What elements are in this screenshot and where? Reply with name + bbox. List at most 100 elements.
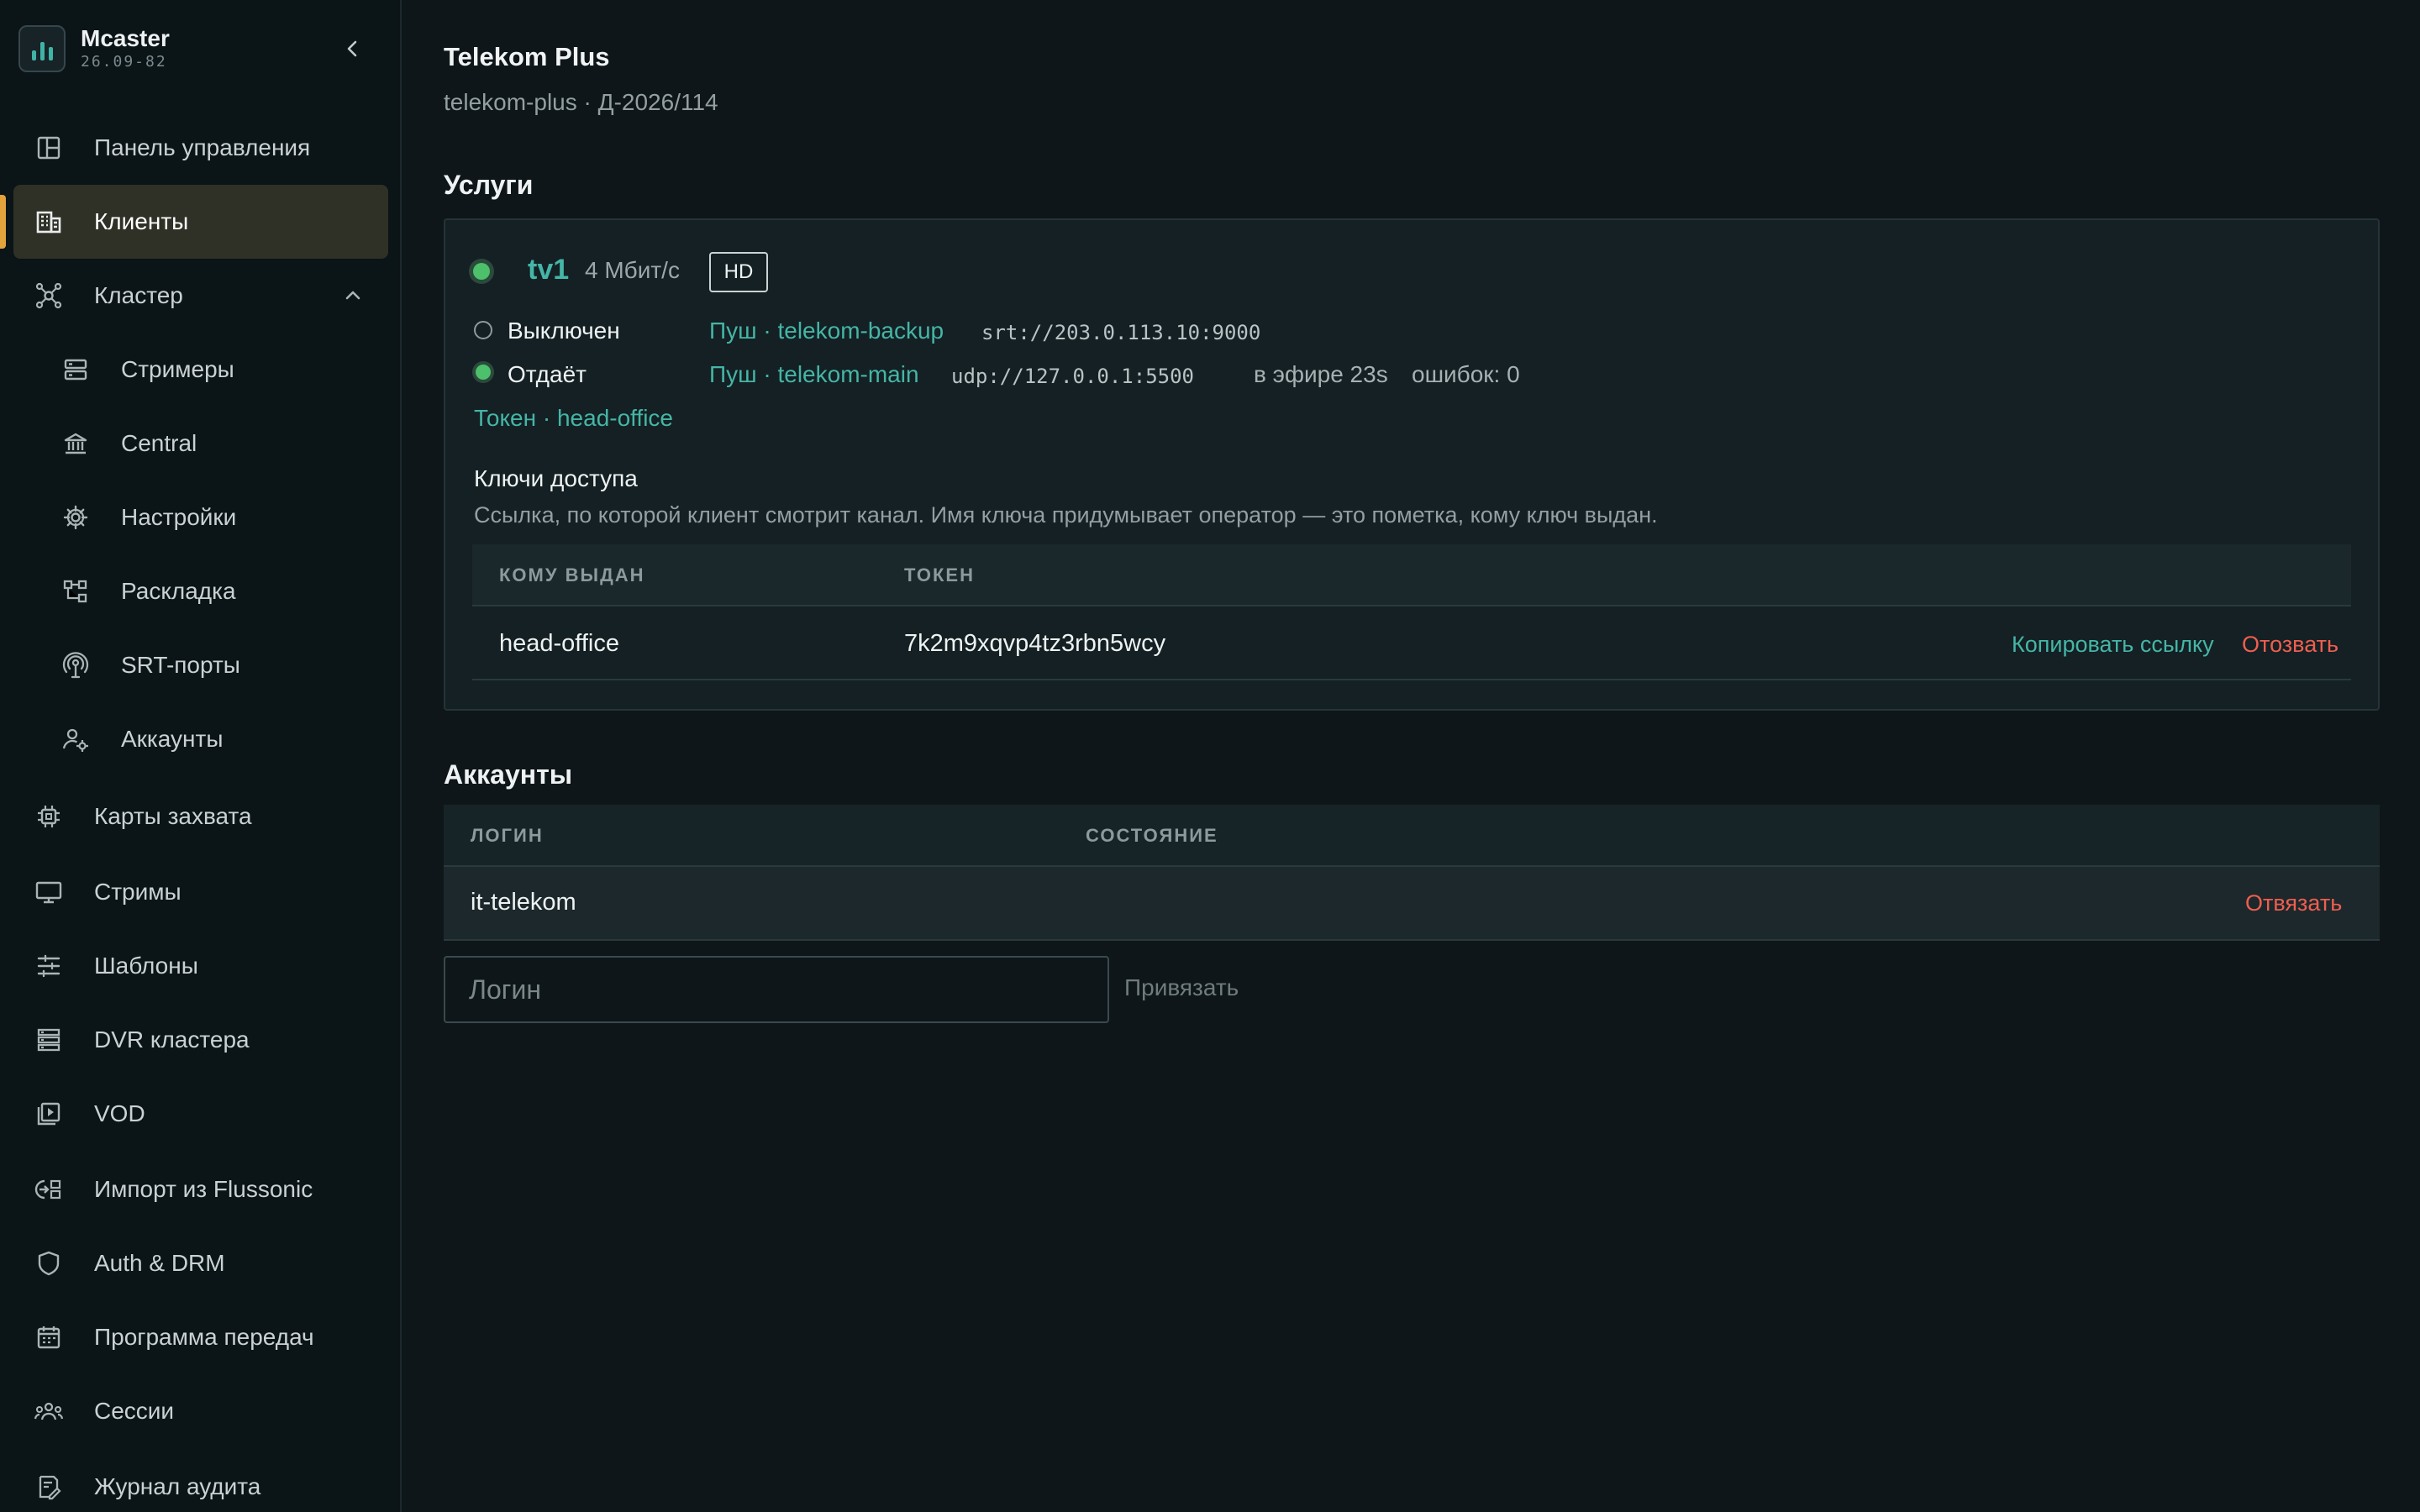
gear-icon: [60, 502, 91, 533]
user-gear-icon: [60, 724, 91, 754]
column-header-state: СОСТОЯНИЕ: [1086, 825, 1218, 846]
sidebar-item-label: VOD: [94, 1100, 145, 1126]
antenna-icon: [60, 650, 91, 680]
status-on-icon: [472, 361, 494, 383]
output-url: srt://203.0.113.10:9000: [981, 321, 1261, 344]
sliders-icon: [34, 951, 64, 981]
app-name: Mcaster: [81, 25, 170, 51]
access-keys-title: Ключи доступа: [474, 465, 638, 491]
table-row: head-office 7k2m9xqvp4tz3rbn5wcy Копиров…: [472, 606, 2351, 680]
sidebar-item-accounts[interactable]: Аккаунты: [13, 702, 388, 776]
sidebar-item-clients[interactable]: Клиенты: [13, 185, 388, 259]
import-icon: [34, 1174, 64, 1205]
sidebar-item-label: Central: [121, 430, 197, 456]
sidebar-item-label: Настройки: [121, 504, 237, 530]
users-icon: [34, 1396, 64, 1426]
service-card: tv1 4 Мбит/с HD Выключен Пуш · telekom-b…: [444, 218, 2380, 711]
sidebar-item-label: Раскладка: [121, 578, 236, 604]
sidebar-item-srt-ports[interactable]: SRT-порты: [13, 628, 388, 702]
layout-tree-icon: [60, 576, 91, 606]
sidebar-item-label: Клиенты: [94, 208, 189, 234]
server-icon: [60, 354, 91, 385]
output-target-link[interactable]: Пуш · telekom-main: [709, 361, 919, 388]
sidebar-item-label: DVR кластера: [94, 1026, 250, 1053]
sidebar-item-auth-drm[interactable]: Auth & DRM: [13, 1226, 388, 1300]
unbind-button[interactable]: Отвязать: [2245, 890, 2342, 916]
output-state: Выключен: [508, 318, 620, 344]
shield-icon: [34, 1248, 64, 1278]
sidebar-item-sessions[interactable]: Сессии: [13, 1374, 388, 1448]
token-link[interactable]: Токен · head-office: [474, 405, 673, 432]
sidebar: Mcaster 26.09-82 Панель управления Клиен…: [0, 0, 402, 1512]
services-heading: Услуги: [444, 170, 534, 200]
cluster-icon: [34, 281, 64, 311]
video-library-icon: [34, 1099, 64, 1129]
key-token: 7k2m9xqvp4tz3rbn5wcy: [904, 630, 1166, 657]
page-title: Telekom Plus: [444, 42, 610, 71]
dashboard-icon: [34, 133, 64, 163]
sidebar-item-import-flussonic[interactable]: Импорт из Flussonic: [13, 1152, 388, 1226]
access-keys-description: Ссылка, по которой клиент смотрит канал.…: [474, 502, 1658, 528]
output-url: udp://127.0.0.1:5500: [951, 365, 1194, 388]
sidebar-item-label: Импорт из Flussonic: [94, 1176, 313, 1202]
chevron-left-icon: [347, 40, 357, 57]
sidebar-item-label: Кластер: [94, 282, 183, 308]
login-input[interactable]: [444, 956, 1109, 1023]
column-header-login: ЛОГИН: [471, 825, 544, 846]
accounts-heading: Аккаунты: [444, 759, 573, 790]
table-header: КОМУ ВЫДАН ТОКЕН: [472, 544, 2351, 606]
page-subtitle: telekom-plus · Д-2026/114: [444, 89, 718, 115]
output-errors: ошибок: 0: [1412, 361, 1520, 387]
sidebar-item-central[interactable]: Central: [13, 407, 388, 480]
output-uptime: в эфире 23s: [1254, 361, 1388, 387]
sidebar-item-label: Аккаунты: [121, 726, 224, 752]
sidebar-item-capture-cards[interactable]: Карты захвата: [13, 780, 388, 853]
copy-link-button[interactable]: Копировать ссылку: [2012, 632, 2214, 658]
sidebar-item-layout[interactable]: Раскладка: [13, 554, 388, 628]
service-bitrate: 4 Мбит/с: [585, 257, 680, 283]
sidebar-item-vod[interactable]: VOD: [13, 1077, 388, 1151]
output-state: Отдаёт: [508, 361, 587, 387]
sidebar-item-dvr[interactable]: DVR кластера: [13, 1003, 388, 1077]
key-issued-to: head-office: [499, 630, 619, 657]
storage-icon: [34, 1025, 64, 1055]
sidebar-item-label: Панель управления: [94, 134, 311, 160]
sidebar-item-dashboard[interactable]: Панель управления: [13, 111, 388, 185]
active-indicator: [0, 195, 6, 249]
bind-button[interactable]: Привязать: [1124, 974, 1239, 1001]
sidebar-item-epg[interactable]: Программа передач: [13, 1300, 388, 1374]
bank-icon: [60, 428, 91, 459]
monitor-icon: [34, 877, 64, 907]
sidebar-item-streamers[interactable]: Стримеры: [13, 333, 388, 407]
sidebar-item-cluster[interactable]: Кластер: [13, 259, 388, 333]
account-login: it-telekom: [471, 889, 576, 916]
audit-icon: [34, 1472, 64, 1502]
collapse-sidebar-button[interactable]: [336, 32, 370, 66]
chevron-up-icon: [343, 286, 363, 306]
sidebar-item-templates[interactable]: Шаблоны: [13, 929, 388, 1003]
sidebar-item-label: Программа передач: [94, 1324, 314, 1350]
table-row: it-telekom Отвязать: [444, 867, 2380, 941]
sidebar-item-audit-log[interactable]: Журнал аудита: [13, 1450, 388, 1512]
sidebar-item-streams[interactable]: Стримы: [13, 855, 388, 929]
column-header-issued-to: КОМУ ВЫДАН: [499, 564, 645, 585]
output-target-link[interactable]: Пуш · telekom-backup: [709, 318, 944, 344]
sidebar-item-label: Карты захвата: [94, 803, 252, 829]
sidebar-item-label: Стримы: [94, 879, 182, 905]
service-name[interactable]: tv1: [528, 254, 569, 286]
building-icon: [34, 207, 64, 237]
sidebar-item-label: SRT-порты: [121, 652, 240, 678]
quality-badge: HD: [709, 252, 768, 292]
sidebar-item-label: Сессии: [94, 1398, 175, 1424]
app-version: 26.09-82: [81, 53, 167, 71]
access-keys-table: КОМУ ВЫДАН ТОКЕН head-office 7k2m9xqvp4t…: [472, 544, 2351, 680]
sidebar-item-label: Шаблоны: [94, 953, 198, 979]
column-header-token: ТОКЕН: [904, 564, 975, 585]
sidebar-item-label: Журнал аудита: [94, 1473, 261, 1499]
sidebar-item-settings[interactable]: Настройки: [13, 480, 388, 554]
sidebar-item-label: Auth & DRM: [94, 1250, 225, 1276]
brand: Mcaster 26.09-82: [18, 24, 170, 74]
accounts-table: ЛОГИН СОСТОЯНИЕ it-telekom Отвязать: [444, 805, 2380, 941]
revoke-button[interactable]: Отозвать: [2242, 632, 2338, 658]
sidebar-item-label: Стримеры: [121, 356, 234, 382]
